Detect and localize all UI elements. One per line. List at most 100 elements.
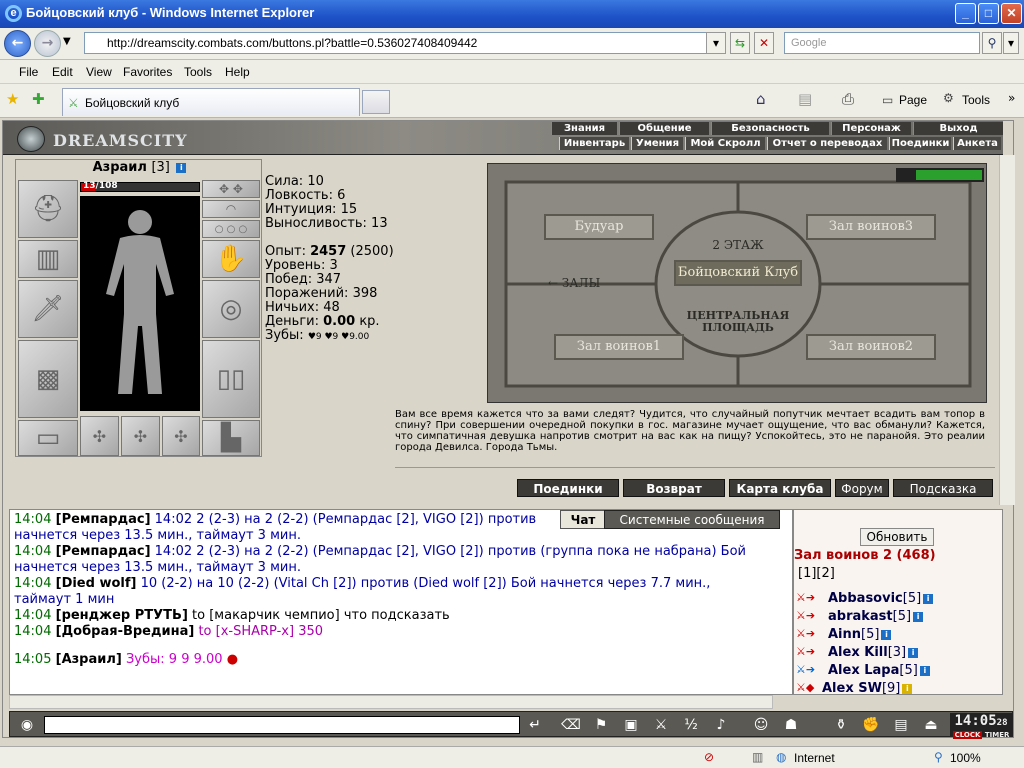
return-button[interactable]: Возврат [623, 479, 725, 497]
sound-icon[interactable]: ♪ [710, 715, 732, 735]
tab-fightclub[interactable]: ⚔ Бойцовский клуб [62, 88, 360, 116]
save-icon[interactable]: ▣ [620, 715, 642, 735]
menu-help[interactable]: Help [225, 65, 250, 79]
hint-button[interactable]: Подсказка [893, 479, 993, 497]
home-icon[interactable]: ⌂ [756, 90, 766, 108]
maximize-button[interactable]: □ [978, 3, 999, 24]
favorites-star-icon[interactable]: ★ [6, 90, 19, 108]
menu-favorites[interactable]: Favorites [123, 65, 172, 79]
leggings-slot[interactable]: ▯▯ [202, 340, 260, 418]
user-row[interactable]: ⚔➔ Ainn[5] i [794, 626, 1002, 644]
nav-communication[interactable]: Общение [619, 122, 709, 135]
stop-icon[interactable]: ✕ [754, 32, 774, 54]
minimize-button[interactable]: _ [955, 3, 976, 24]
print-icon[interactable]: ⎙ [842, 90, 854, 108]
helmet-icon[interactable]: ☗ [780, 715, 802, 735]
potion-icon[interactable]: ⚱ [830, 715, 852, 735]
close-button[interactable]: ✕ [1001, 3, 1022, 24]
chat-scrollbar[interactable] [9, 695, 773, 709]
subnav-skills[interactable]: Умения [631, 137, 683, 150]
tab-chat[interactable]: Чат [560, 510, 606, 529]
user-row[interactable]: ⚔➔ Abbasovic[5] i [794, 590, 1002, 608]
subnav-my-scroll[interactable]: Мой Скролл [685, 137, 765, 150]
refresh-icon[interactable]: ⇆ [730, 32, 750, 54]
club-map-button[interactable]: Карта клуба [729, 479, 831, 497]
armor-slot[interactable]: ▩ [18, 340, 78, 418]
search-options-icon[interactable]: ▾ [1003, 32, 1019, 54]
exit-icon[interactable]: ⏏ [920, 715, 942, 735]
toolbar-chevron-icon[interactable]: » [1008, 91, 1015, 105]
blocked-icon[interactable]: ⊘ [704, 750, 714, 764]
subnav-battles[interactable]: Поединки [889, 137, 951, 150]
clock-widget[interactable]: 14:0528 CLOCK TIMER [950, 713, 1012, 739]
subnav-transfer-report[interactable]: Отчет о переводах [767, 137, 887, 150]
history-dropdown-icon[interactable]: ▼ [63, 36, 71, 47]
forum-button[interactable]: Форум [835, 479, 889, 497]
menu-view[interactable]: View [86, 65, 112, 79]
spell-slot-2[interactable]: ✣ [121, 416, 160, 456]
map-halls-label[interactable]: ← ЗАЛЫ [548, 276, 600, 290]
map-hall3-button[interactable]: Зал воинов3 [806, 214, 936, 240]
boots-slot[interactable]: ▙ [202, 420, 260, 456]
battle-icon[interactable]: ✊ [860, 715, 882, 735]
map-hall1-button[interactable]: Зал воинов1 [554, 334, 684, 360]
translit-icon[interactable]: ½ [680, 715, 702, 735]
map-boudoir-button[interactable]: Будуар [544, 214, 654, 240]
refresh-button[interactable]: Обновить [860, 528, 934, 546]
rings-slot[interactable]: ○ ○ ○ [202, 220, 260, 238]
url-field[interactable]: http://dreamscity.combats.com/buttons.pl… [84, 32, 722, 54]
spell-slot-3[interactable]: ✣ [162, 416, 200, 456]
smiles-icon[interactable]: ☺ [750, 715, 772, 735]
back-button[interactable]: ← [4, 30, 31, 57]
character-name[interactable]: Азраил [93, 160, 147, 175]
url-dropdown-icon[interactable]: ▾ [706, 32, 726, 54]
page-menu[interactable]: Page [899, 93, 927, 107]
chat-input[interactable] [44, 716, 520, 734]
search-icon[interactable]: ⚲ [982, 32, 1002, 54]
new-tab-button[interactable] [362, 90, 390, 114]
earrings-slot[interactable]: ✥ ✥ [202, 180, 260, 198]
user-row[interactable]: ⚔➔ abrakast[5] i [794, 608, 1002, 626]
nav-knowledge[interactable]: Знания [551, 122, 617, 135]
menu-tools[interactable]: Tools [184, 65, 212, 79]
send-icon[interactable]: ↵ [524, 715, 546, 735]
filter-icon[interactable]: ⚑ [590, 715, 612, 735]
info-icon[interactable]: i [176, 162, 187, 173]
tab-system-messages[interactable]: Системные сообщения [604, 510, 780, 529]
page-scrollbar[interactable] [999, 155, 1015, 505]
backpack-icon[interactable]: ▤ [890, 715, 912, 735]
chat-mode-icon[interactable]: ◉ [16, 715, 38, 735]
user-row[interactable]: ⚔◆ Alex SW[9] i [794, 680, 1002, 694]
subnav-inventory[interactable]: Инвентарь [559, 137, 629, 150]
belt-slot[interactable]: ▭ [18, 420, 78, 456]
gloves-slot[interactable]: ✋ [202, 240, 260, 278]
chat-line: начнется через 13.5 мин., таймаут 3 мин. [14, 528, 301, 543]
nav-security[interactable]: Безопасность [711, 122, 829, 135]
search-input[interactable]: Google [784, 32, 980, 54]
add-favorites-icon[interactable]: ✚ [32, 90, 45, 108]
user-pages[interactable]: [1][2] [798, 566, 835, 581]
subnav-profile[interactable]: Анкета [953, 137, 1001, 150]
menu-edit[interactable]: Edit [52, 65, 73, 79]
battles-button[interactable]: Поединки [517, 479, 619, 497]
map-hall2-button[interactable]: Зал воинов2 [806, 334, 936, 360]
spell-slot-1[interactable]: ✣ [80, 416, 119, 456]
map-fightclub-button[interactable]: Бойцовский Клуб [674, 260, 802, 286]
feeds-icon[interactable]: ▤ [798, 90, 812, 108]
nav-character[interactable]: Персонаж [831, 122, 911, 135]
tools-menu[interactable]: Tools [962, 93, 990, 107]
weapon-slot[interactable]: 🗡 [18, 280, 78, 338]
helmet-slot[interactable]: ⛑ [18, 180, 78, 238]
user-row[interactable]: ⚔➔ Alex Kill[3] i [794, 644, 1002, 662]
map-central-square[interactable]: ЦЕНТРАЛЬНАЯ ПЛОЩАДЬ [672, 310, 804, 334]
shield-slot[interactable]: ◎ [202, 280, 260, 338]
menu-file[interactable]: File [19, 65, 38, 79]
clear-icon[interactable]: ⌫ [560, 715, 582, 735]
bracers-slot[interactable]: ▥ [18, 240, 78, 278]
user-row[interactable]: ⚔➔ Alex Lapa[5] i [794, 662, 1002, 680]
fighter-icon[interactable]: ⚔ [650, 715, 672, 735]
nav-exit[interactable]: Выход [913, 122, 1003, 135]
forward-button[interactable]: → [34, 30, 61, 57]
amulet-slot[interactable]: ◠ [202, 200, 260, 218]
zoom-level[interactable]: 100% [950, 751, 981, 765]
